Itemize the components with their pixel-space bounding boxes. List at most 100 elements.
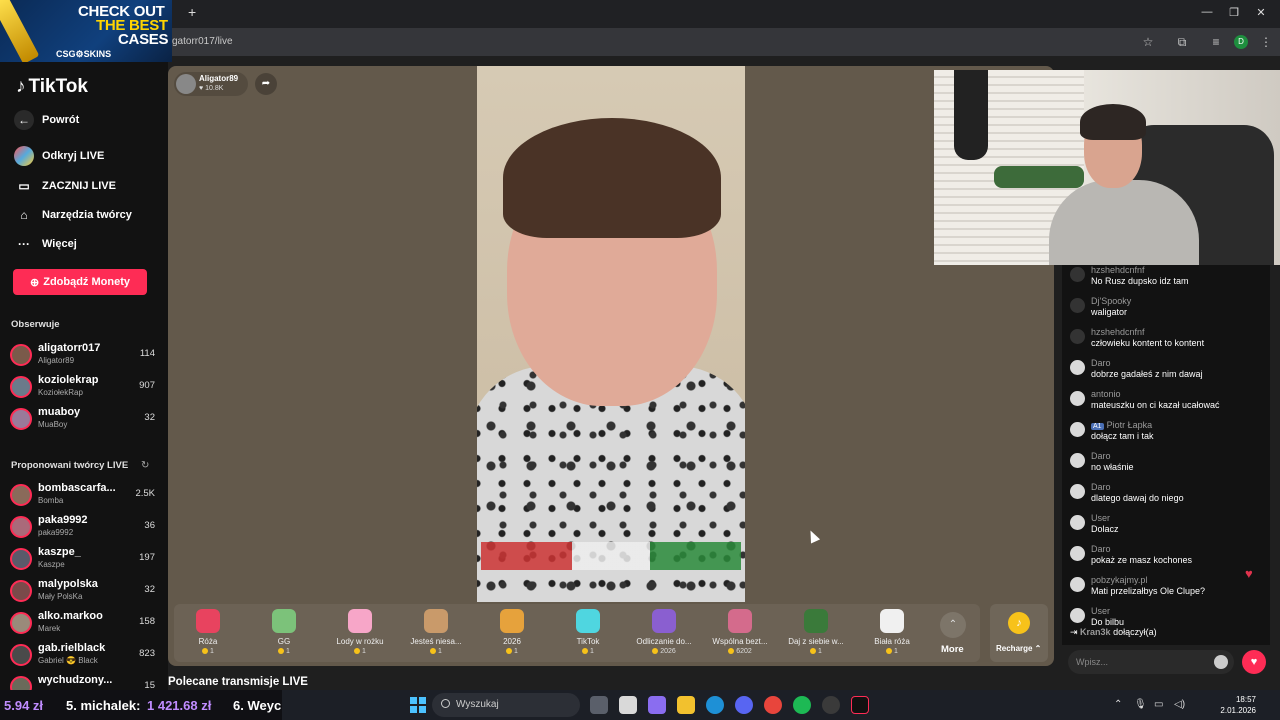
- emoji-icon[interactable]: [1214, 655, 1228, 669]
- nav-discover-live[interactable]: Odkryj LIVE: [14, 145, 104, 167]
- more-chevron-icon[interactable]: ⌃: [940, 612, 966, 638]
- gift-item[interactable]: TikTok 1: [552, 606, 624, 662]
- gift-item[interactable]: Daj z siebie w... 1: [780, 606, 852, 662]
- clock-date: 2.01.2026: [1220, 706, 1256, 715]
- viewer-count: 32: [144, 584, 155, 595]
- maximize-button[interactable]: ❐: [1227, 6, 1241, 19]
- avatar: [10, 484, 32, 506]
- gift-item[interactable]: Jesteś niesa... 1: [400, 606, 472, 662]
- bookmark-star-icon[interactable]: ☆: [1140, 34, 1156, 50]
- cam-microphone: [954, 70, 988, 160]
- avatar: [10, 612, 32, 634]
- following-item[interactable]: koziolekrap KoziołekRap 907: [10, 374, 155, 402]
- get-coins-button[interactable]: ⊕ Zdobądź Monety: [13, 269, 147, 295]
- spotify-icon[interactable]: [793, 696, 811, 714]
- new-tab-button[interactable]: +: [188, 4, 196, 20]
- donation-ticker: 5.94 zł 5. michalek: 1 421.68 zł 6. Weyc: [0, 690, 282, 720]
- suggested-item[interactable]: kaszpe_ Kaszpe 197: [10, 546, 155, 574]
- chat-username-text: User: [1091, 606, 1111, 616]
- tiktok-logo[interactable]: ♪ TikTok: [16, 76, 88, 98]
- taskbar-clock[interactable]: 18:57 2.01.2026: [1216, 694, 1256, 716]
- gift-item[interactable]: Róża 1: [172, 606, 244, 662]
- chrome-icon[interactable]: [764, 696, 782, 714]
- streamer-chip[interactable]: Aligator89 ♥ 10.8K: [174, 72, 248, 96]
- minimize-button[interactable]: —: [1200, 6, 1214, 18]
- gift-icon: [500, 609, 524, 633]
- share-icon[interactable]: ➦: [255, 73, 277, 95]
- edge-icon[interactable]: [706, 696, 724, 714]
- live-chat: hzshehdcnfnf No Rusz dupsko idz tam Dj'Spo…: [1062, 265, 1270, 645]
- nav-more[interactable]: ··· Więcej: [14, 233, 77, 255]
- user-name: gab.rielblack: [38, 642, 106, 654]
- suggested-item[interactable]: gab.rielblack Gabriel 😎 Black 823: [10, 642, 155, 670]
- chat-input[interactable]: Wpisz...: [1068, 650, 1234, 674]
- refresh-icon[interactable]: ↻: [141, 460, 149, 471]
- chat-text: Do bilbu: [1091, 617, 1125, 627]
- windows-start-icon[interactable]: [410, 697, 426, 713]
- suggested-item[interactable]: wychudzony... 15: [10, 674, 155, 690]
- nav-start-live[interactable]: ▭ ZACZNIJ LIVE: [14, 175, 116, 197]
- gift-item[interactable]: 2026 1: [476, 606, 548, 662]
- gift-item[interactable]: Biała róża 1: [856, 606, 928, 662]
- extensions-icon[interactable]: ⧉: [1174, 34, 1190, 50]
- coin-icon: [728, 648, 735, 655]
- url-field[interactable]: gatorr017/live: [172, 36, 233, 47]
- gift-item[interactable]: Lody w rożku 1: [324, 606, 396, 662]
- browser-menu-icon[interactable]: ⋮: [1258, 34, 1274, 50]
- gift-name: Daj z siebie w...: [788, 637, 844, 646]
- like-heart-icon[interactable]: ♥: [1242, 650, 1266, 674]
- user-subtitle: Gabriel 😎 Black: [38, 656, 98, 665]
- store-icon[interactable]: [619, 696, 637, 714]
- nav-creator-tools[interactable]: ⌂ Narzędzia twórcy: [14, 204, 132, 226]
- copilot-icon[interactable]: [648, 696, 666, 714]
- live-stage: Aligator89 ♥ 10.8K ➦ Róża 1 GG 1 Lody w rożk…: [168, 66, 1054, 666]
- cam-body: [1049, 180, 1199, 265]
- tray-chevron-icon[interactable]: ⌃: [1114, 699, 1122, 710]
- chat-username-text: Daro: [1091, 358, 1111, 368]
- chat-username: Daro: [1091, 482, 1111, 492]
- discord-icon[interactable]: [735, 696, 753, 714]
- microphone-icon[interactable]: 🎙: [1134, 699, 1147, 710]
- close-window-button[interactable]: ✕: [1254, 6, 1268, 19]
- suggested-item[interactable]: bombascarfa... Bomba 2.5K: [10, 482, 155, 510]
- chat-text: No Rusz dupsko idz tam: [1091, 276, 1189, 286]
- taskbar-search[interactable]: Wyszukaj: [432, 693, 580, 717]
- viewer-count: 114: [139, 348, 155, 359]
- recommended-live-title: Polecane transmisje LIVE: [168, 676, 308, 688]
- gift-item[interactable]: Wspólna bezt... 6202: [704, 606, 776, 662]
- tiktok-coin-icon: ♪: [1008, 612, 1030, 634]
- viewer-count: 32: [144, 412, 155, 423]
- gift-price-value: 1: [514, 648, 518, 655]
- more-gifts-label[interactable]: More: [941, 644, 964, 655]
- gift-icon: [804, 609, 828, 633]
- gift-price: 1: [856, 648, 928, 655]
- profile-avatar[interactable]: D: [1234, 35, 1248, 49]
- browser-tab-strip: + — ❐ ✕: [0, 0, 1280, 28]
- obs-icon[interactable]: [822, 696, 840, 714]
- suggested-item[interactable]: paka9992 paka9992 36: [10, 514, 155, 542]
- volume-icon[interactable]: ◁): [1174, 699, 1185, 710]
- avatar: [1070, 422, 1085, 437]
- address-bar: gatorr017/live: [0, 28, 1280, 56]
- tiktok-app-icon[interactable]: [851, 696, 869, 714]
- recharge-button[interactable]: ♪ Recharge ⌃: [990, 604, 1048, 662]
- ad-banner[interactable]: CHECK OUT THE BEST CASES CSG⚙SKINS: [0, 0, 172, 62]
- task-view-icon[interactable]: [590, 696, 608, 714]
- live-video[interactable]: [477, 66, 745, 602]
- nav-back[interactable]: ← Powrót: [14, 109, 79, 131]
- cam-plants: [994, 166, 1084, 188]
- user-subtitle: MuaBoy: [38, 420, 68, 429]
- suggested-item[interactable]: alko.markoo Marek 158: [10, 610, 155, 638]
- network-icon[interactable]: ▭: [1154, 699, 1163, 710]
- file-explorer-icon[interactable]: [677, 696, 695, 714]
- gift-item[interactable]: GG 1: [248, 606, 320, 662]
- mouse-cursor: [805, 528, 821, 544]
- gift-icon: [272, 609, 296, 633]
- ticker-amount: 5.94 zł: [4, 698, 44, 713]
- gift-item[interactable]: Odliczanie do... 2026: [628, 606, 700, 662]
- following-item[interactable]: aligatorr017 Aligator89 114: [10, 342, 155, 370]
- gift-price: 2026: [628, 648, 700, 655]
- following-item[interactable]: muaboy MuaBoy 32: [10, 406, 155, 434]
- suggested-item[interactable]: malypolska Mały PolsKa 32: [10, 578, 155, 606]
- media-control-icon[interactable]: ≡: [1208, 34, 1224, 50]
